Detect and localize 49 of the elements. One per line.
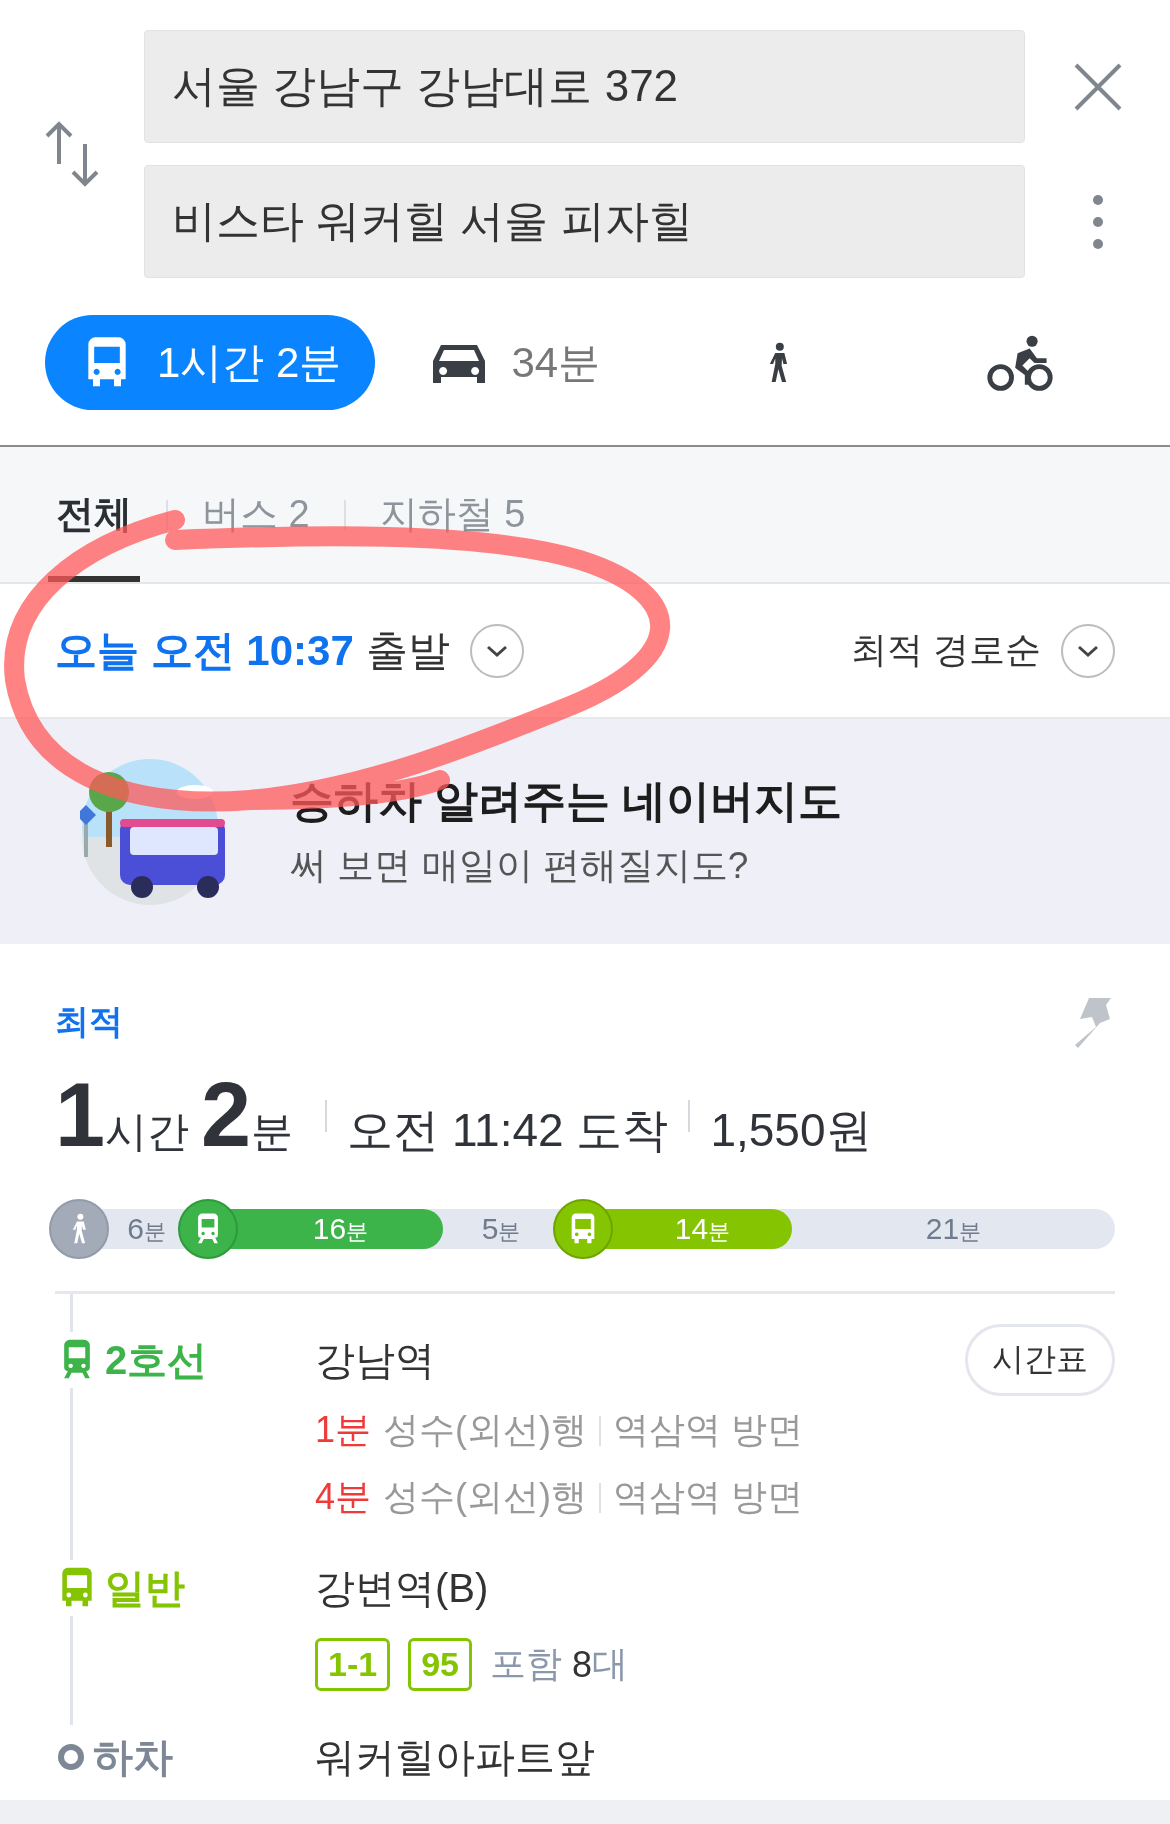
station-name: 강변역(B) xyxy=(315,1564,490,1612)
more-icon[interactable] xyxy=(1091,193,1104,250)
train-heading: 역삼역 방면 xyxy=(613,1475,804,1519)
chevron-down-icon xyxy=(1076,643,1100,658)
travel-mode-tab[interactable]: 1시간 2분 xyxy=(45,315,376,410)
best-route-label: 최적 xyxy=(55,1001,123,1042)
station-name: 워커힐아파트앞 xyxy=(315,1733,596,1781)
count-unit: 대 xyxy=(592,1642,628,1686)
banner-title: 승하차 알려주는 네이버지도 xyxy=(290,775,843,827)
walking-icon xyxy=(49,1199,109,1259)
duration-number: 1 xyxy=(55,1064,106,1167)
arrival-wait: 4분 xyxy=(315,1475,372,1519)
departure-time[interactable]: 오늘 오전 10:37 xyxy=(55,622,354,679)
departure-label: 출발 xyxy=(365,625,450,676)
segment-duration: 5분 xyxy=(480,1211,522,1247)
travel-mode-tab[interactable]: 34분 xyxy=(395,315,635,410)
train-direction: 성수(외선)행 xyxy=(383,1408,587,1452)
train-heading: 역삼역 방면 xyxy=(613,1408,804,1452)
sort-dropdown-button[interactable] xyxy=(1061,623,1115,678)
line-name: 2호선 xyxy=(105,1336,208,1384)
included-label: 포함 xyxy=(489,1642,562,1686)
swap-icon[interactable] xyxy=(43,120,101,188)
promo-banner[interactable]: 승하차 알려주는 네이버지도 써 보면 매일이 편해질지도? xyxy=(0,719,1170,944)
filter-tab[interactable]: 지하철 5 xyxy=(371,447,534,582)
segment-duration: 21분 xyxy=(924,1211,983,1247)
chevron-down-icon xyxy=(484,643,509,658)
cyclist-icon xyxy=(986,333,1055,392)
duration-unit: 시간 xyxy=(105,1107,190,1157)
duration-number: 2 xyxy=(201,1064,252,1167)
segment-duration: 6분 xyxy=(126,1211,167,1247)
bus-count: 8 xyxy=(571,1643,592,1686)
close-icon[interactable] xyxy=(1072,61,1123,112)
filter-tab[interactable]: 전체 xyxy=(48,447,140,582)
banner-subtitle: 써 보면 매일이 편해질지도? xyxy=(290,844,750,888)
station-name: 강남역 xyxy=(315,1336,436,1384)
timetable-button[interactable]: 시간표 xyxy=(965,1324,1115,1396)
line-name: 일반 xyxy=(105,1564,185,1612)
origin-field[interactable]: 서울 강남구 강남대로 372 xyxy=(144,30,1025,143)
fare: 1,550원 xyxy=(710,1103,872,1158)
segment-duration: 14분 xyxy=(673,1211,732,1247)
destination-field[interactable]: 비스타 워커힐 서울 피자힐 xyxy=(144,165,1025,278)
arrival-wait: 1분 xyxy=(315,1408,372,1452)
segment-duration: 16분 xyxy=(311,1211,370,1247)
train-direction: 성수(외선)행 xyxy=(383,1475,587,1519)
filter-tab[interactable]: 버스 2 xyxy=(194,447,318,582)
arrival-time: 오전 11:42 도착 xyxy=(347,1103,669,1158)
sort-option[interactable]: 최적 경로순 xyxy=(851,626,1041,675)
alight-label: 하차 xyxy=(93,1733,173,1781)
duration-unit: 분 xyxy=(251,1107,294,1157)
